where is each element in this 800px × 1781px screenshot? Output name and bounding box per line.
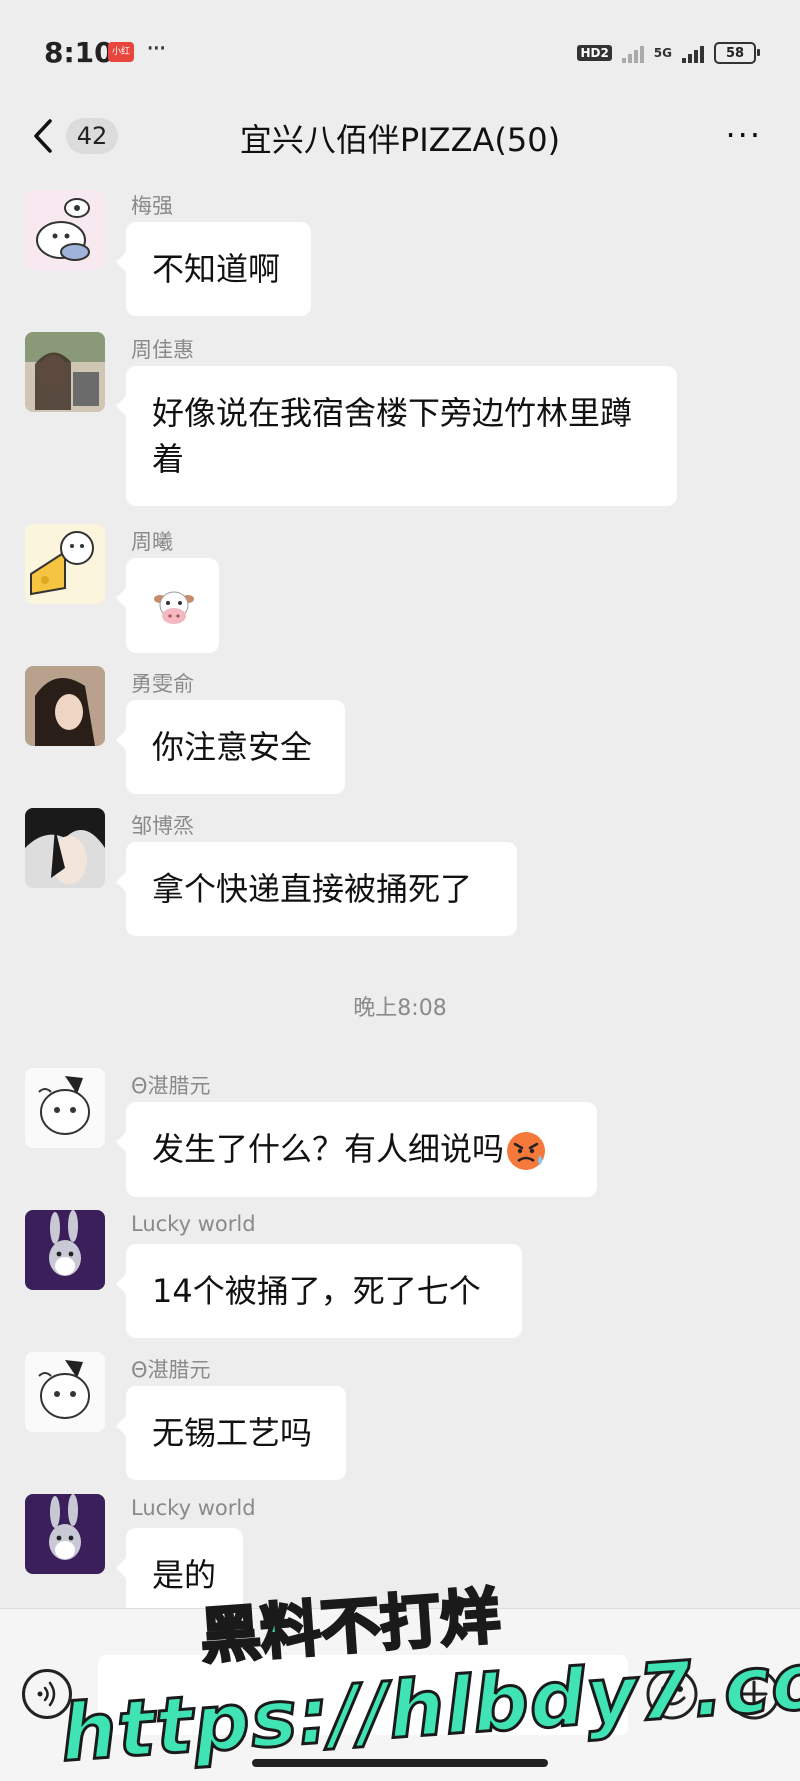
- sender-name: 勇雯俞: [131, 672, 194, 696]
- sender-name: 梅强: [131, 194, 173, 218]
- status-bar: 8:10 小红书 ··· HD2 5G 58: [0, 0, 800, 110]
- back-button[interactable]: [26, 115, 64, 157]
- cow-face-emoji-icon: [154, 591, 194, 624]
- message-bubble[interactable]: [116, 558, 219, 653]
- avatar[interactable]: [25, 190, 105, 270]
- avatar[interactable]: [25, 1068, 105, 1148]
- unread-count-badge[interactable]: 42: [66, 118, 118, 154]
- avatar[interactable]: [25, 808, 105, 888]
- message-bubble[interactable]: 不知道啊: [116, 222, 311, 316]
- sender-name: 周曦: [131, 530, 173, 554]
- network-type: 5G: [653, 46, 672, 60]
- avatar[interactable]: [25, 332, 105, 412]
- avatar[interactable]: [25, 1352, 105, 1432]
- message-bubble[interactable]: 发生了什么？有人细说吗: [116, 1102, 597, 1197]
- sender-name: Lucky world: [131, 1212, 256, 1236]
- cartoon-cat-avatar-icon: [25, 1352, 105, 1432]
- angry-sweat-emoji-icon: [507, 1132, 546, 1170]
- cartoon-dog-avatar-icon: [25, 190, 105, 270]
- avatar[interactable]: [25, 1210, 105, 1290]
- chat-title: 宜兴八佰伴PIZZA(50): [239, 121, 561, 159]
- cartoon-cheese-avatar-icon: [25, 524, 105, 604]
- sender-name: 邹博烝: [131, 814, 194, 838]
- avatar[interactable]: [25, 524, 105, 604]
- status-time: 8:10: [44, 36, 114, 69]
- anime-avatar-icon: [25, 808, 105, 888]
- signal-icon: [682, 43, 704, 63]
- message-bubble[interactable]: 拿个快递直接被捅死了: [116, 842, 517, 936]
- signal-weak-icon: [621, 43, 644, 63]
- message-bubble[interactable]: 你注意安全: [116, 700, 345, 794]
- sender-name: 周佳惠: [131, 338, 194, 362]
- app-notification-icon: 小红书: [108, 42, 134, 62]
- status-more-icon: ···: [146, 34, 167, 64]
- avatar[interactable]: [25, 1494, 105, 1574]
- battery-icon: 58: [714, 42, 760, 64]
- message-bubble[interactable]: 14个被捅了，死了七个: [116, 1244, 522, 1338]
- hd-icon: HD2: [577, 45, 612, 61]
- message-bubble[interactable]: 无锡工艺吗: [116, 1386, 346, 1480]
- status-indicators: HD2 5G 58: [577, 40, 760, 66]
- photo-avatar-icon: [25, 666, 105, 746]
- chevron-left-icon: [34, 119, 52, 153]
- message-bubble[interactable]: 好像说在我宿舍楼下旁边竹林里蹲着: [116, 366, 677, 506]
- chat-header: 42 宜兴八佰伴PIZZA(50) ···: [0, 105, 800, 167]
- cartoon-bunny-avatar-icon: [25, 1210, 105, 1290]
- cartoon-cat-avatar-icon: [25, 1068, 105, 1148]
- avatar[interactable]: [25, 666, 105, 746]
- photo-avatar-icon: [25, 332, 105, 412]
- message-text: 发生了什么？有人细说吗: [152, 1130, 505, 1168]
- sender-name: Θ湛腊元: [131, 1358, 211, 1382]
- more-options-button[interactable]: ···: [725, 119, 762, 151]
- cartoon-bunny-avatar-icon: [25, 1494, 105, 1574]
- time-divider: 晚上8:08: [353, 996, 447, 1021]
- sender-name: Θ湛腊元: [131, 1074, 211, 1098]
- sender-name: Lucky world: [131, 1496, 256, 1520]
